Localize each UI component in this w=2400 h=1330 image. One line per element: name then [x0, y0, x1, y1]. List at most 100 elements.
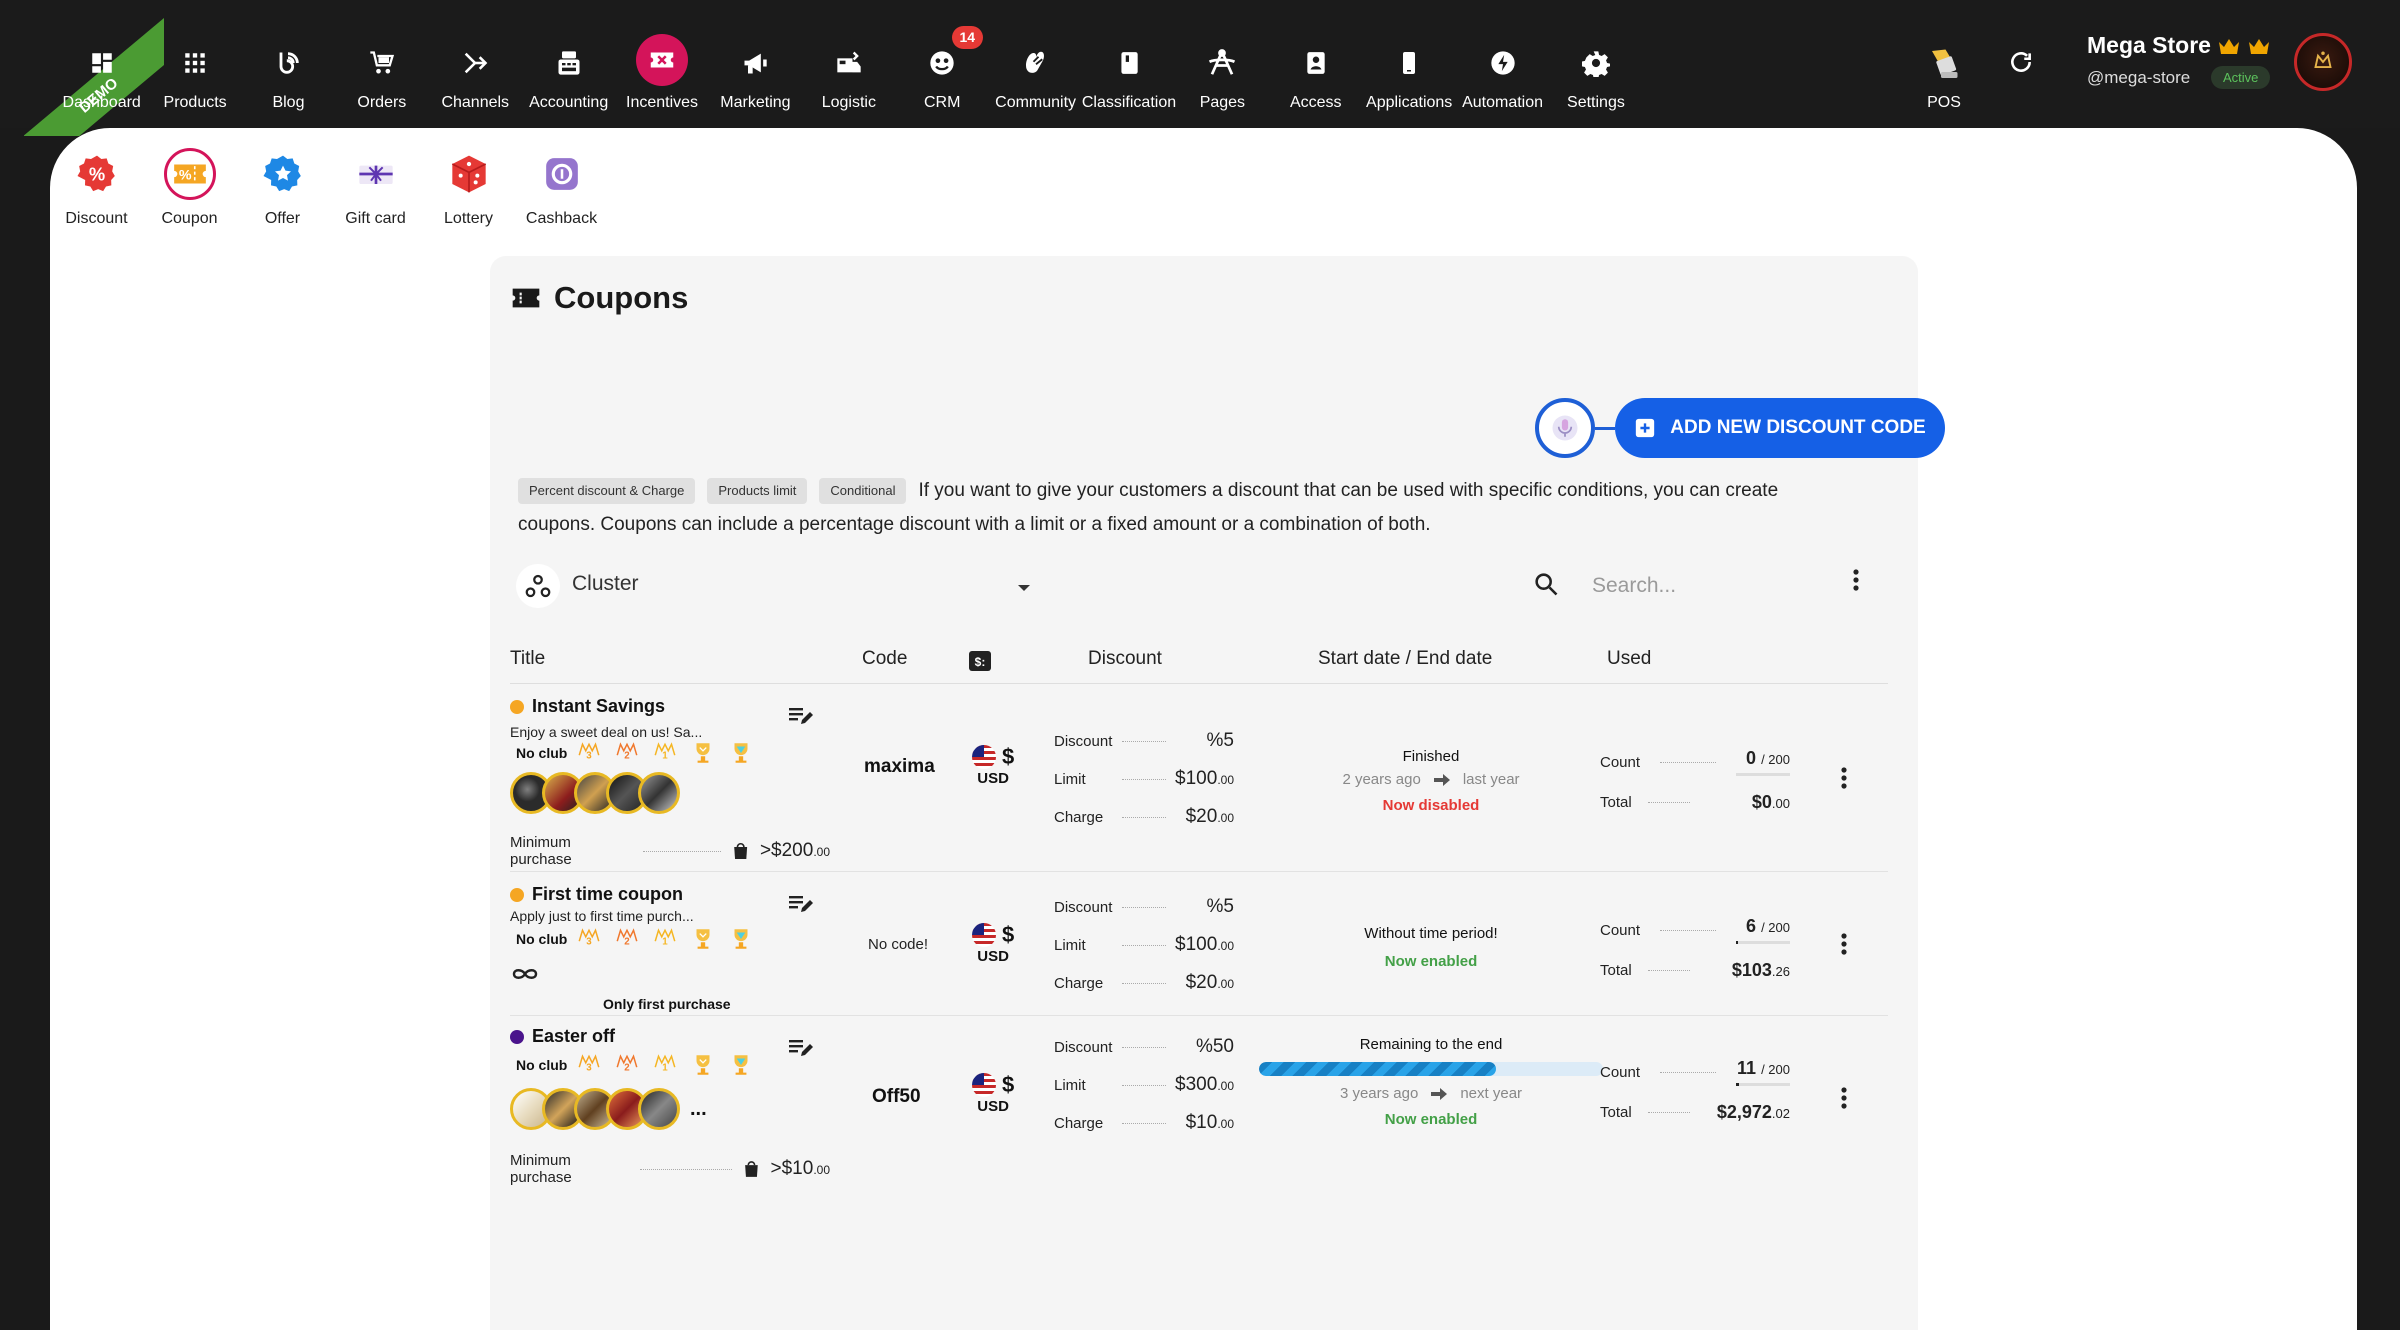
table-row[interactable]: First time coupon Apply just to first ti…: [510, 872, 1888, 1016]
table-row[interactable]: Easter off No club 3 2 1 ... Minimum pur…: [510, 1016, 1888, 1186]
pos-button[interactable]: POS: [1914, 40, 1974, 120]
voice-assistant-button[interactable]: [1535, 398, 1595, 458]
row-menu-icon[interactable]: [1832, 932, 1856, 956]
subnav-label: Coupon: [161, 210, 218, 227]
nav-applications[interactable]: Applications: [1362, 40, 1455, 120]
minimum-purchase-value: >$200.00: [759, 840, 830, 861]
date-range: Remaining to the end 3 years ago next ye…: [1259, 1034, 1603, 1134]
nav-marketing[interactable]: Marketing: [709, 40, 802, 120]
table-row[interactable]: Instant Savings Enjoy a sweet deal on us…: [510, 684, 1888, 872]
coupon-code[interactable]: maxima: [864, 756, 935, 778]
incentives-subnav: % Discount % Coupon Offer Gift card Lott…: [50, 148, 608, 228]
subnav-label: Gift card: [345, 210, 406, 227]
row-menu-icon[interactable]: [1832, 1086, 1856, 1110]
arrow-right-icon: [1433, 774, 1450, 786]
nav-access[interactable]: Access: [1269, 40, 1362, 120]
nav-pages[interactable]: Pages: [1176, 40, 1269, 120]
status-dot: [510, 887, 524, 902]
nav-label: Pages: [1199, 94, 1246, 111]
product-avatars[interactable]: [510, 772, 680, 814]
subnav-coupon[interactable]: % Coupon: [143, 148, 236, 228]
search-input[interactable]: [1592, 568, 1792, 604]
edit-icon[interactable]: [788, 1036, 814, 1065]
svg-text:%: %: [178, 168, 191, 184]
nav-label: Dashboard: [62, 94, 141, 111]
col-code[interactable]: Code: [862, 648, 907, 670]
svg-text:2: 2: [625, 750, 631, 761]
currency-usd: $ USD: [972, 744, 1014, 787]
nav-label: Orders: [357, 94, 407, 111]
cashback-icon: [536, 148, 588, 200]
search-icon[interactable]: [1532, 570, 1560, 603]
club-levels: No club 3 2 1: [516, 1052, 757, 1078]
table-header: Title Code $: Discount Start date / End …: [510, 640, 1888, 684]
store-name[interactable]: Mega Store: [2087, 32, 2271, 59]
page-description: Percent discount & Charge Products limit C…: [518, 474, 1818, 542]
nav-label: Channels: [441, 94, 510, 111]
access-icon: [1291, 40, 1341, 86]
nav-blog[interactable]: Blog: [242, 40, 335, 120]
col-used[interactable]: Used: [1607, 648, 1651, 670]
coupon-code[interactable]: Off50: [872, 1086, 921, 1108]
us-flag-icon: [972, 923, 996, 947]
state-badge: Now enabled: [1384, 953, 1478, 970]
subnav-discount[interactable]: % Discount: [50, 148, 143, 228]
col-dates[interactable]: Start date / End date: [1318, 648, 1492, 670]
chevron-down-icon[interactable]: [1016, 580, 1032, 598]
state-badge: Now enabled: [1384, 1111, 1478, 1128]
nav-label: Access: [1289, 94, 1342, 111]
more-products-indicator[interactable]: ...: [690, 1098, 707, 1121]
nav-accounting[interactable]: Accounting: [522, 40, 615, 120]
nav-automation[interactable]: Automation: [1456, 40, 1549, 120]
svg-text:1: 1: [663, 1062, 669, 1073]
discount-icon: %: [71, 148, 123, 200]
filter-row: Cluster: [516, 556, 1886, 620]
nav-orders[interactable]: Orders: [335, 40, 428, 120]
pages-icon: [1197, 40, 1247, 86]
nav-channels[interactable]: Channels: [429, 40, 522, 120]
medal-2-icon: 2: [611, 926, 643, 952]
coupon-code: No code!: [868, 936, 929, 953]
avatar[interactable]: [2294, 33, 2352, 91]
svg-text:2: 2: [625, 936, 631, 947]
currency-icon: $:: [968, 650, 992, 678]
subnav-offer[interactable]: Offer: [236, 148, 329, 228]
row-menu-icon[interactable]: [1832, 766, 1856, 790]
subnav-gift-card[interactable]: Gift card: [329, 148, 422, 228]
col-title[interactable]: Title: [510, 648, 545, 670]
nav-settings[interactable]: Settings: [1549, 40, 1642, 120]
nav-logistic[interactable]: Logistic: [802, 40, 895, 120]
svg-text:1: 1: [663, 750, 669, 761]
nav-incentives[interactable]: Incentives: [615, 34, 708, 120]
us-flag-icon: [972, 1073, 996, 1097]
subnav-lottery[interactable]: Lottery: [422, 148, 515, 228]
col-discount[interactable]: Discount: [1088, 648, 1162, 670]
nav-products[interactable]: Products: [148, 40, 241, 120]
grid-icon: [170, 40, 220, 86]
page-title: Coupons: [510, 280, 688, 316]
nav-dashboard[interactable]: Dashboard: [55, 40, 148, 120]
subnav-cashback[interactable]: Cashback: [515, 148, 608, 228]
refresh-button[interactable]: [2001, 42, 2041, 82]
nav-label: Community: [995, 94, 1077, 111]
usage-bar: [1736, 1083, 1790, 1086]
crown-icon: [2248, 38, 2269, 54]
date-range: Finished 2 years ago last year Now disab…: [1261, 746, 1601, 820]
product-avatars[interactable]: ...: [510, 1088, 707, 1130]
discount-details: Discount %5 Limit $100.00 Charge $20.00: [1054, 730, 1234, 827]
edit-icon[interactable]: [788, 704, 814, 733]
discount-details: Discount %5 Limit $100.00 Charge $20.00: [1054, 896, 1234, 993]
more-options-icon[interactable]: [1852, 568, 1860, 597]
channels-icon: [450, 40, 500, 86]
nav-community[interactable]: Community: [989, 40, 1082, 120]
nav-classification[interactable]: Classification: [1082, 40, 1176, 120]
nav-crm[interactable]: CRM 14: [896, 26, 989, 120]
cluster-select[interactable]: Cluster: [572, 572, 639, 596]
gift-card-icon: [350, 148, 402, 200]
nav-label: Settings: [1567, 94, 1625, 111]
coupon-title: Easter off: [510, 1026, 615, 1047]
add-discount-code-button[interactable]: ADD NEW DISCOUNT CODE: [1615, 398, 1945, 458]
coupon-icon: %: [163, 148, 216, 200]
community-icon: [1011, 40, 1061, 86]
edit-icon[interactable]: [788, 892, 814, 921]
